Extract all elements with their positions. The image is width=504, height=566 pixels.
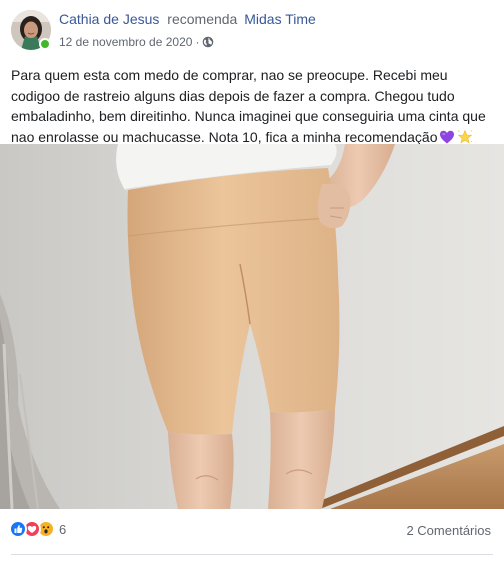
post-date-link[interactable]: 12 de novembro de 2020 xyxy=(59,35,192,49)
post-footer: 6 2 Comentários xyxy=(0,510,504,550)
comments-count-link[interactable]: 2 Comentários xyxy=(406,523,491,538)
online-status-indicator xyxy=(39,38,51,50)
post-message-text: Para quem esta com medo de comprar, nao … xyxy=(11,67,486,145)
post-message: Para quem esta com medo de comprar, nao … xyxy=(11,65,497,147)
post-photo[interactable] xyxy=(0,144,504,509)
reaction-count: 6 xyxy=(59,521,67,537)
post-header-title: Cathia de Jesus recomenda Midas Time xyxy=(59,11,316,27)
photo-image xyxy=(0,144,504,509)
like-icon xyxy=(9,520,27,538)
footer-divider xyxy=(11,554,493,555)
page-name-link[interactable]: Midas Time xyxy=(244,11,316,27)
recommends-label: recomenda xyxy=(167,11,238,27)
reactions-summary[interactable]: 6 xyxy=(9,520,66,538)
meta-separator: · xyxy=(195,35,200,49)
author-name-link[interactable]: Cathia de Jesus xyxy=(59,11,159,27)
glowing-star-icon xyxy=(458,129,473,143)
globe-icon[interactable] xyxy=(202,36,214,48)
post-meta: 12 de novembro de 2020 · xyxy=(59,35,214,49)
purple-heart-icon xyxy=(440,130,455,143)
post-header: Cathia de Jesus recomenda Midas Time 12 … xyxy=(0,0,504,60)
